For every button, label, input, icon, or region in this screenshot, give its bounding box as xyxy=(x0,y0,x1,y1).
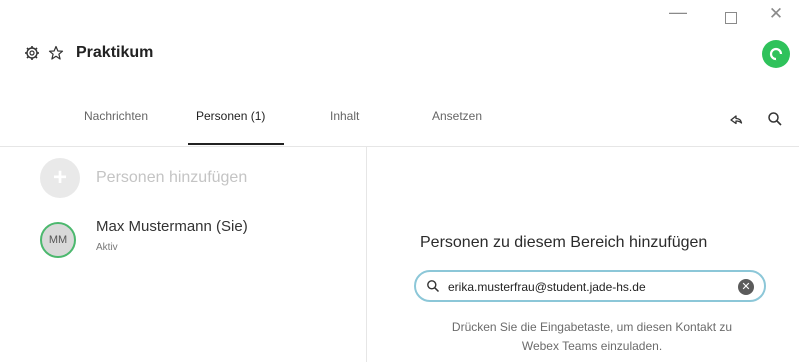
share-icon[interactable] xyxy=(728,111,744,127)
close-button[interactable]: ✕ xyxy=(766,4,786,24)
people-search-field: ✕ xyxy=(414,270,766,302)
add-people-label: Personen hinzufügen xyxy=(96,169,248,186)
minimize-button[interactable]: — xyxy=(668,2,688,23)
invite-hint-line2: Webex Teams einzuladen. xyxy=(521,339,663,353)
maximize-icon xyxy=(725,12,737,24)
add-people-button[interactable]: + Personen hinzufügen xyxy=(40,158,247,198)
people-search-input[interactable] xyxy=(448,277,728,297)
active-tab-indicator xyxy=(188,143,284,145)
tab-nachrichten[interactable]: Nachrichten xyxy=(84,109,148,123)
add-people-heading: Personen zu diesem Bereich hinzufügen xyxy=(420,234,708,251)
person-name: Max Mustermann (Sie) xyxy=(96,218,248,235)
tab-inhalt[interactable]: Inhalt xyxy=(330,109,359,123)
tab-divider xyxy=(0,146,799,147)
plus-icon: + xyxy=(40,158,80,198)
gear-icon[interactable] xyxy=(24,45,40,61)
tab-ansetzen[interactable]: Ansetzen xyxy=(432,109,482,123)
invite-hint: Drücken Sie die Eingabetaste, um diesen … xyxy=(404,318,780,356)
space-header: Praktikum xyxy=(24,40,153,66)
panel-divider xyxy=(366,147,367,362)
star-icon[interactable] xyxy=(48,45,64,61)
person-status: Aktiv xyxy=(96,242,118,253)
search-icon[interactable] xyxy=(767,111,783,127)
space-title: Praktikum xyxy=(76,44,154,61)
presence-icon xyxy=(769,47,783,61)
clear-icon[interactable]: ✕ xyxy=(738,279,754,295)
search-icon xyxy=(426,279,440,293)
invite-hint-line1: Drücken Sie die Eingabetaste, um diesen … xyxy=(451,320,733,334)
tab-personen[interactable]: Personen (1) xyxy=(196,109,265,123)
profile-avatar[interactable] xyxy=(762,40,790,68)
maximize-button[interactable] xyxy=(721,6,741,29)
avatar: MM xyxy=(40,222,76,258)
